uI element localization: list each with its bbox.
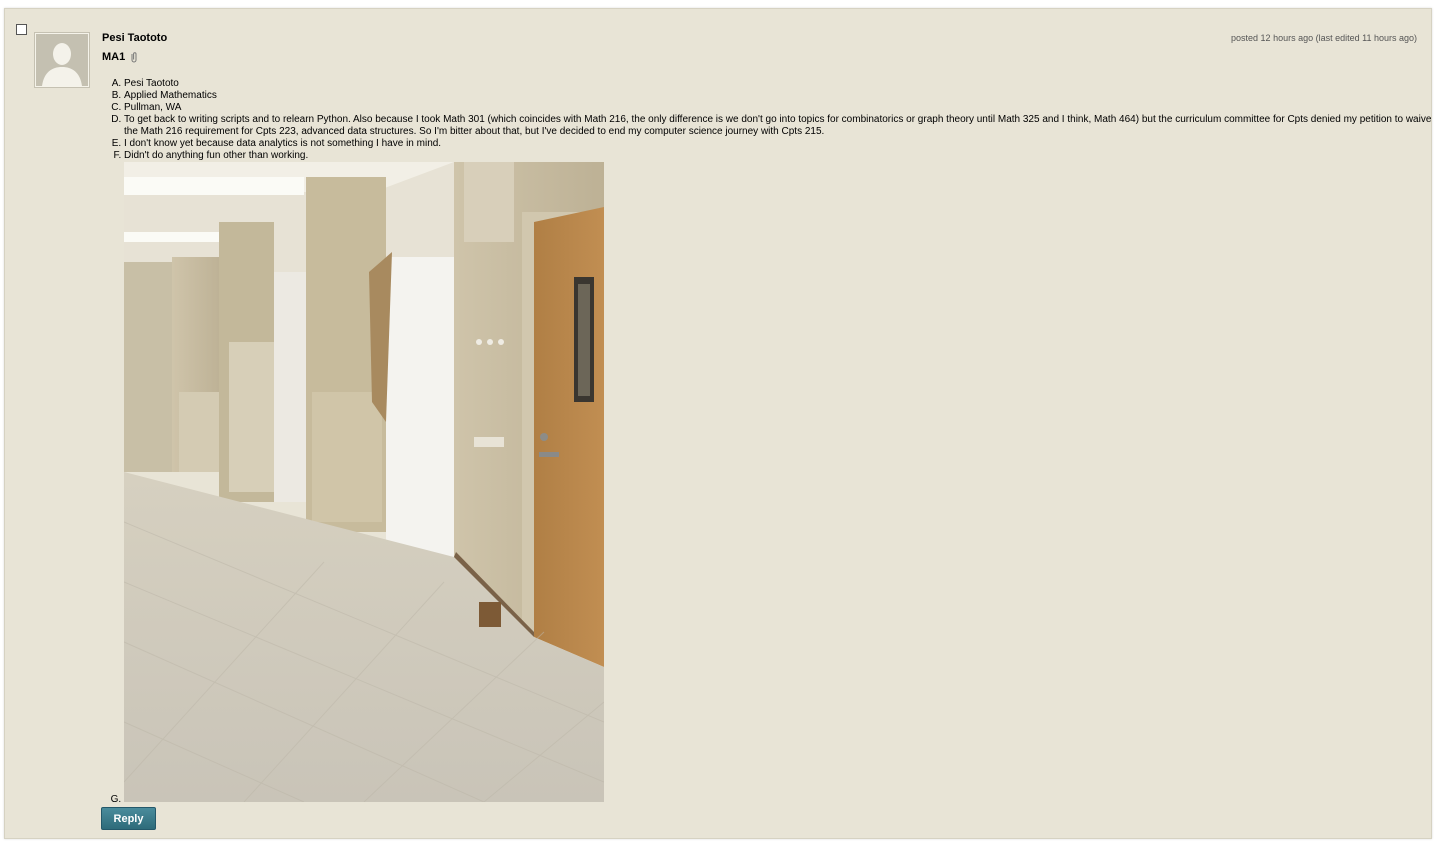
- post-title: MA1: [102, 51, 126, 63]
- answer-c: Pullman, WA: [124, 102, 1439, 114]
- answer-b: Applied Mathematics: [124, 90, 1439, 102]
- reply-button[interactable]: Reply: [101, 807, 156, 830]
- post-title-row: MA1: [102, 51, 139, 63]
- hallway-photo[interactable]: [124, 162, 604, 802]
- answer-list: Pesi Taototo Applied Mathematics Pullman…: [97, 78, 1439, 802]
- photo-container: [124, 162, 1439, 802]
- answer-g: [124, 162, 1439, 802]
- select-post-checkbox[interactable]: [16, 24, 27, 35]
- author-name[interactable]: Pesi Taototo: [102, 32, 167, 44]
- answer-a: Pesi Taototo: [124, 78, 1439, 90]
- answer-f: Didn't do anything fun other than workin…: [124, 150, 1439, 162]
- answer-d: To get back to writing scripts and to re…: [124, 114, 1439, 138]
- post-timestamp: posted 12 hours ago (last edited 11 hour…: [1231, 33, 1417, 43]
- avatar: [35, 33, 89, 87]
- discussion-post: Pesi Taototo MA1 posted 12 hours ago (la…: [4, 8, 1432, 839]
- answer-e: I don't know yet because data analytics …: [124, 138, 1439, 150]
- default-user-avatar-icon: [36, 34, 88, 86]
- paperclip-icon: [131, 52, 137, 63]
